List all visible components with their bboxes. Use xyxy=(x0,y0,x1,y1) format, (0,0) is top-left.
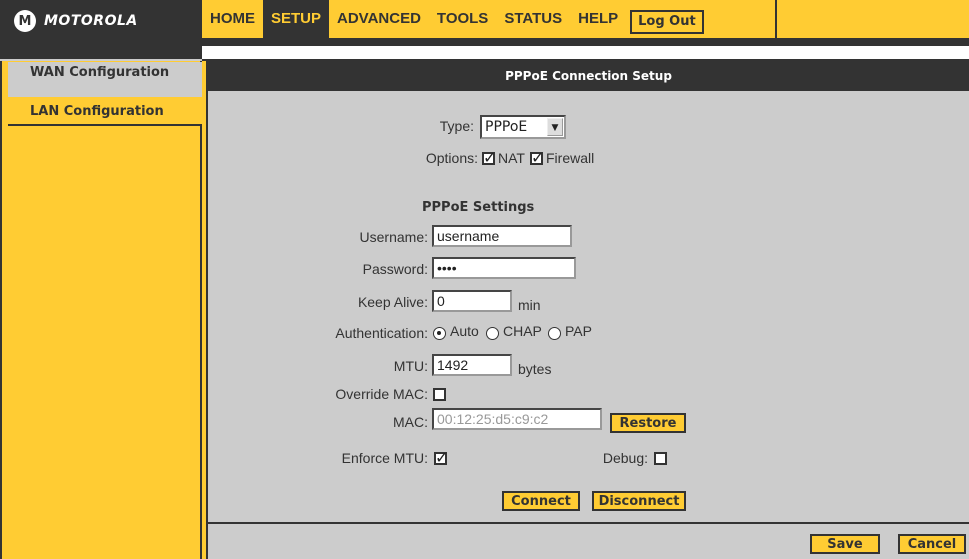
keep-alive-unit: min xyxy=(518,297,541,313)
auth-auto-radio[interactable] xyxy=(433,327,446,340)
save-button[interactable]: Save xyxy=(810,534,880,554)
mtu-label: MTU: xyxy=(393,358,428,374)
disconnect-button[interactable]: Disconnect xyxy=(592,491,686,511)
auth-pap-radio[interactable] xyxy=(548,327,561,340)
mac-input[interactable] xyxy=(432,408,602,430)
type-label: Type: xyxy=(439,118,474,134)
override-mac-label: Override MAC: xyxy=(335,386,428,402)
override-mac-checkbox[interactable] xyxy=(433,388,446,401)
sidebar-header xyxy=(0,42,202,61)
chevron-down-icon[interactable]: ▼ xyxy=(547,118,563,136)
cancel-button[interactable]: Cancel xyxy=(898,534,966,554)
sidebar-item-wan[interactable]: WAN Configuration xyxy=(8,62,202,97)
nav-divider xyxy=(202,38,969,46)
debug-checkbox[interactable] xyxy=(654,452,667,465)
mtu-input[interactable] xyxy=(432,354,512,376)
nav-spacer xyxy=(202,46,969,61)
nav-advanced[interactable]: ADVANCED xyxy=(329,0,429,38)
mtu-unit: bytes xyxy=(518,361,552,377)
auth-chap-radio[interactable] xyxy=(486,327,499,340)
authentication-label: Authentication: xyxy=(335,325,428,341)
nav-filler xyxy=(775,0,969,38)
password-input[interactable] xyxy=(432,257,576,279)
debug-label: Debug: xyxy=(602,450,648,466)
page-title: PPPoE Connection Setup xyxy=(208,61,969,91)
sidebar-item-lan[interactable]: LAN Configuration xyxy=(8,97,202,126)
nav-setup[interactable]: SETUP xyxy=(263,0,330,38)
auth-chap-label: CHAP xyxy=(503,323,542,339)
username-input[interactable] xyxy=(432,225,572,247)
nav-help[interactable]: HELP xyxy=(570,0,626,38)
brand-name: MOTOROLA xyxy=(44,13,138,29)
type-select-value: PPPoE xyxy=(485,119,528,135)
username-label: Username: xyxy=(359,229,428,245)
section-title: PPPoE Settings xyxy=(422,200,535,215)
nat-label: NAT xyxy=(498,150,525,166)
nat-checkbox[interactable] xyxy=(482,148,496,167)
enforce-mtu-checkbox[interactable] xyxy=(434,448,448,467)
auth-auto-label: Auto xyxy=(450,323,479,339)
type-select[interactable]: PPPoE ▼ xyxy=(480,115,566,139)
nav-tools[interactable]: TOOLS xyxy=(429,0,496,38)
footer-divider xyxy=(208,522,969,524)
motorola-logo-icon: M xyxy=(14,10,36,32)
keep-alive-label: Keep Alive: xyxy=(357,294,428,310)
options-label: Options: xyxy=(425,150,478,166)
nav-home[interactable]: HOME xyxy=(202,0,263,38)
firewall-checkbox[interactable] xyxy=(530,148,544,167)
password-label: Password: xyxy=(362,261,428,277)
mac-label: MAC: xyxy=(393,414,428,430)
logout-button[interactable]: Log Out xyxy=(630,10,704,34)
keep-alive-input[interactable] xyxy=(432,290,512,312)
restore-button[interactable]: Restore xyxy=(610,413,686,433)
auth-pap-label: PAP xyxy=(565,323,592,339)
main-panel: PPPoE Connection Setup Type: PPPoE ▼ Opt… xyxy=(206,61,969,559)
nav-status[interactable]: STATUS xyxy=(496,0,570,38)
enforce-mtu-label: Enforce MTU: xyxy=(341,450,428,466)
connect-button[interactable]: Connect xyxy=(502,491,580,511)
firewall-label: Firewall xyxy=(546,150,595,166)
sidebar-edge xyxy=(0,61,8,559)
motorola-logo: M MOTOROLA xyxy=(0,0,202,42)
